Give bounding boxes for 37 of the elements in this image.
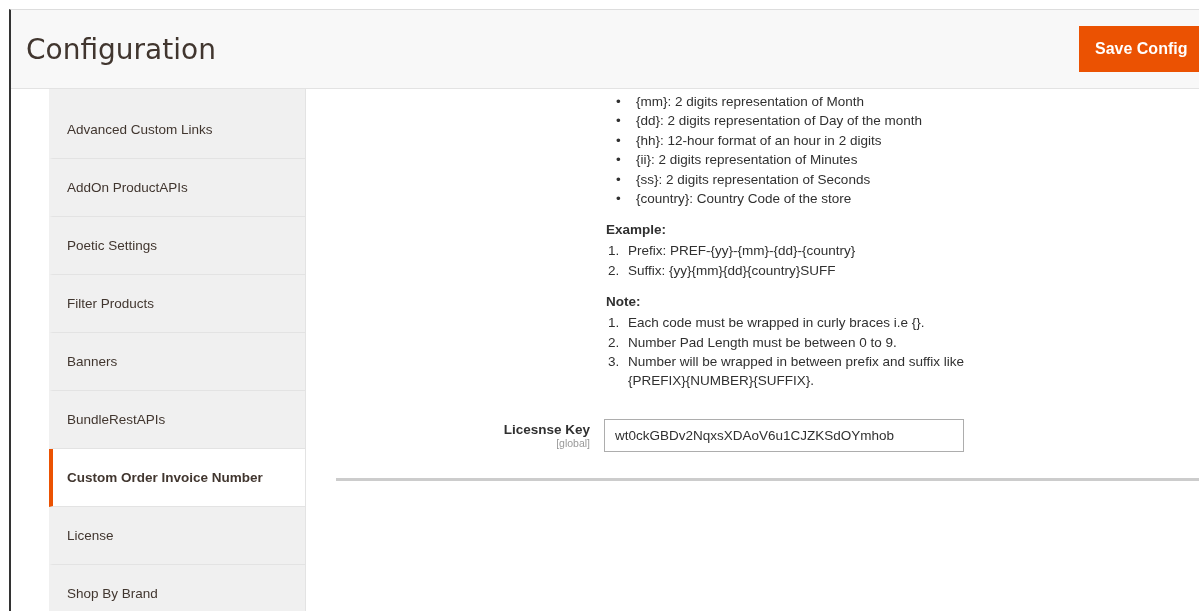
note-text: Number Pad Length must be between 0 to 9. [628, 333, 897, 352]
sidebar-item[interactable]: Filter Products [49, 275, 305, 333]
list-number: 1. [608, 242, 621, 261]
page-title: Configuration [26, 32, 216, 66]
bullet-marker: • [616, 131, 622, 150]
sidebar-item[interactable]: Shop By Brand [49, 565, 305, 611]
help-bullet-text: {ii}: 2 digits representation of Minutes [636, 151, 858, 170]
bullet-marker: • [616, 93, 622, 111]
list-number: 1. [608, 314, 621, 333]
help-bullet-text: {dd}: 2 digits representation of Day of the month [636, 112, 922, 131]
note-text: Number will be wrapped in between prefix and suffix like {PREFIX}{NUMBER}{SUFFIX}. [628, 353, 965, 391]
list-number: 3. [608, 353, 621, 372]
bullet-marker: • [616, 190, 622, 209]
sidebar-item[interactable]: Custom Order Invoice Number [49, 449, 305, 507]
sidebar-item[interactable]: AddOn ProductAPIs [49, 159, 305, 217]
note-heading: Note: [606, 294, 642, 310]
sidebar-item[interactable]: License [49, 507, 305, 565]
license-key-field[interactable]: wt0ckGBDv2NqxsXDAoV6u1CJZKSdOYmhob [604, 418, 964, 452]
scope-label: [global] [556, 436, 590, 449]
sidebar-item[interactable]: Advanced Custom Links [49, 89, 305, 159]
example-text: Prefix: PREF-{yy}-{mm}-{dd}-{country} [628, 242, 856, 261]
help-bullet-text: {hh}: 12-hour format of an hour in 2 digits [636, 131, 882, 150]
sidebar-item[interactable]: Poetic Settings [49, 217, 305, 275]
sidebar-item[interactable]: Banners [49, 333, 305, 391]
bullet-marker: • [616, 112, 622, 131]
help-bullet-text: {country}: Country Code of the store [636, 190, 852, 209]
example-text: Suffix: {yy}{mm}{dd}{country}SUFF [628, 261, 836, 280]
list-number: 2. [608, 261, 621, 280]
license-key-label: Licesnse Key [503, 421, 590, 437]
bullet-marker: • [616, 151, 622, 170]
note-text: Each code must be wrapped in curly braces i.e {}. [628, 314, 925, 333]
help-bullet-text: {mm}: 2 digits representation of Month [636, 93, 865, 111]
save-config-button[interactable]: Save Config [1079, 26, 1199, 72]
list-number: 2. [608, 333, 621, 352]
bullet-marker: • [616, 170, 622, 189]
example-heading: Example: [606, 222, 668, 238]
help-bullet-text: {ss}: 2 digits representation of Seconds [636, 170, 871, 189]
